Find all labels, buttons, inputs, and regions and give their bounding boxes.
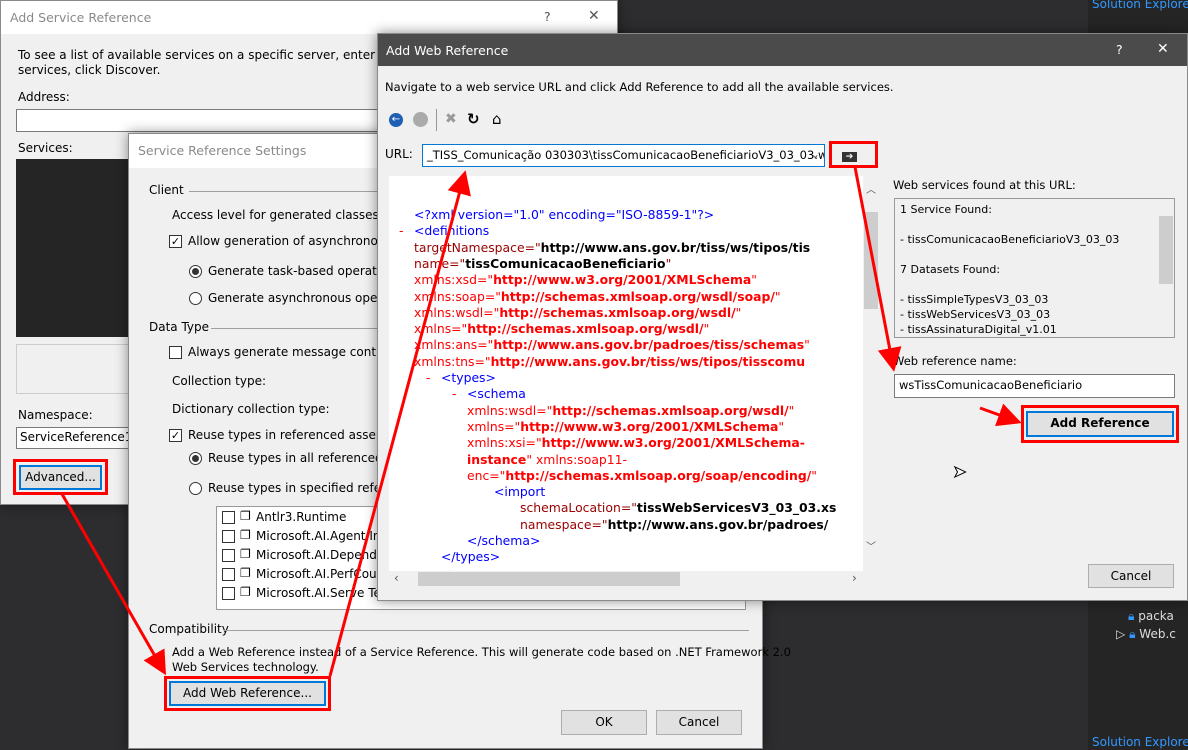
arrow [60, 493, 166, 676]
arrow [979, 403, 1022, 427]
arrow [853, 166, 902, 372]
annotation-arrows [60, 166, 1022, 677]
arrow [328, 170, 471, 677]
